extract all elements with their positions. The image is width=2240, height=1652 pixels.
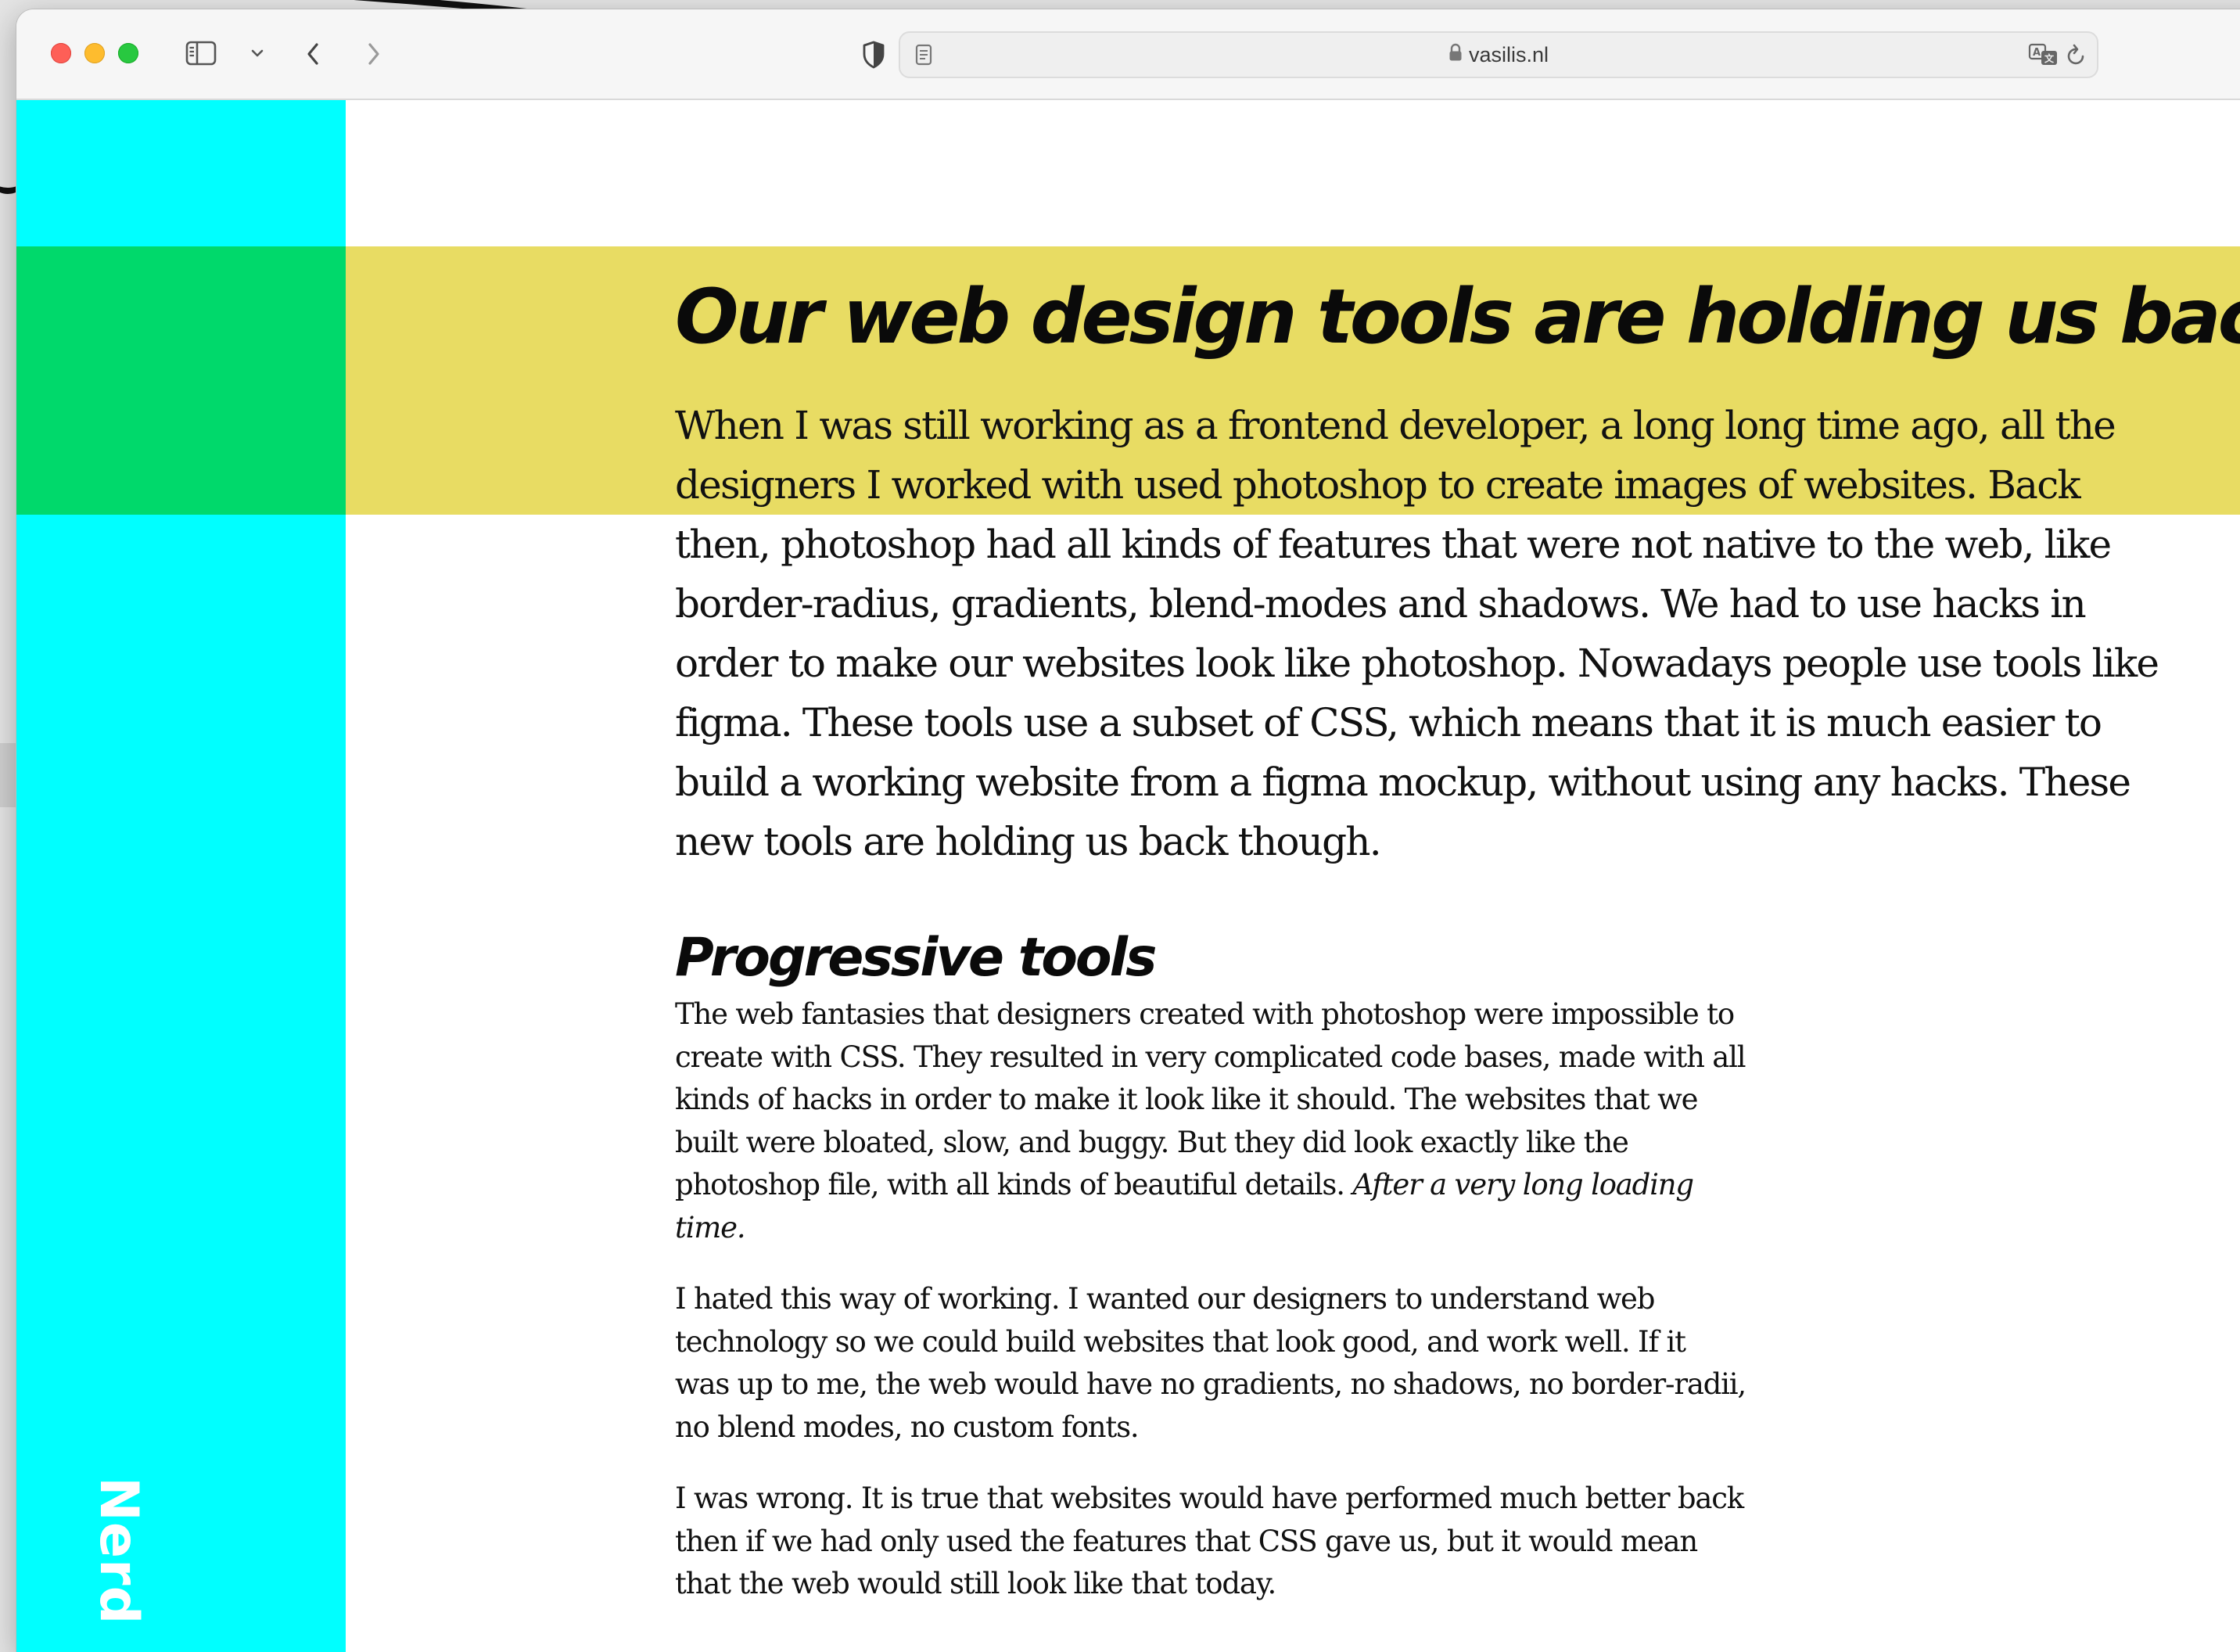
chevron-left-icon[interactable] — [300, 41, 326, 67]
url-text: vasilis.nl — [1468, 43, 1549, 66]
svg-text:A: A — [2033, 47, 2041, 59]
address-bar[interactable]: vasilis.nl A 文 — [899, 31, 2098, 78]
lock-icon — [1448, 33, 1463, 77]
section-body: The web fantasies that designers created… — [675, 993, 1746, 1635]
shield-icon[interactable] — [856, 39, 891, 70]
sidebar-icon[interactable] — [182, 36, 220, 70]
paragraph: The web fantasies that designers created… — [675, 993, 1746, 1249]
browser-toolbar: vasilis.nl A 文 — [16, 9, 2240, 100]
minimize-window-button[interactable] — [84, 43, 105, 63]
section-heading: Progressive tools — [675, 927, 1157, 989]
close-window-button[interactable] — [51, 43, 71, 63]
chevron-right-icon[interactable] — [361, 41, 387, 67]
reload-icon[interactable] — [2064, 42, 2089, 67]
chevron-down-icon[interactable] — [248, 44, 267, 63]
zoom-window-button[interactable] — [118, 43, 138, 63]
translate-icon[interactable]: A 文 — [2028, 41, 2059, 69]
url-display[interactable]: vasilis.nl — [900, 33, 2097, 77]
sidebar-accent-block — [16, 246, 346, 515]
paragraph: I was wrong. It is true that websites wo… — [675, 1481, 1744, 1600]
svg-text:文: 文 — [2044, 52, 2055, 64]
article-intro: When I was still working as a frontend d… — [675, 403, 2159, 864]
sidebar-vertical-label[interactable]: Nerd — [88, 1477, 149, 1625]
paragraph: I hated this way of working. I wanted ou… — [675, 1282, 1746, 1444]
article-title: Our web design tools are holding us back — [675, 273, 2240, 361]
browser-window: vasilis.nl A 文 Nerd Our web design tools… — [16, 9, 2240, 1652]
web-content: Nerd Our web design tools are holding us… — [16, 100, 2240, 1652]
